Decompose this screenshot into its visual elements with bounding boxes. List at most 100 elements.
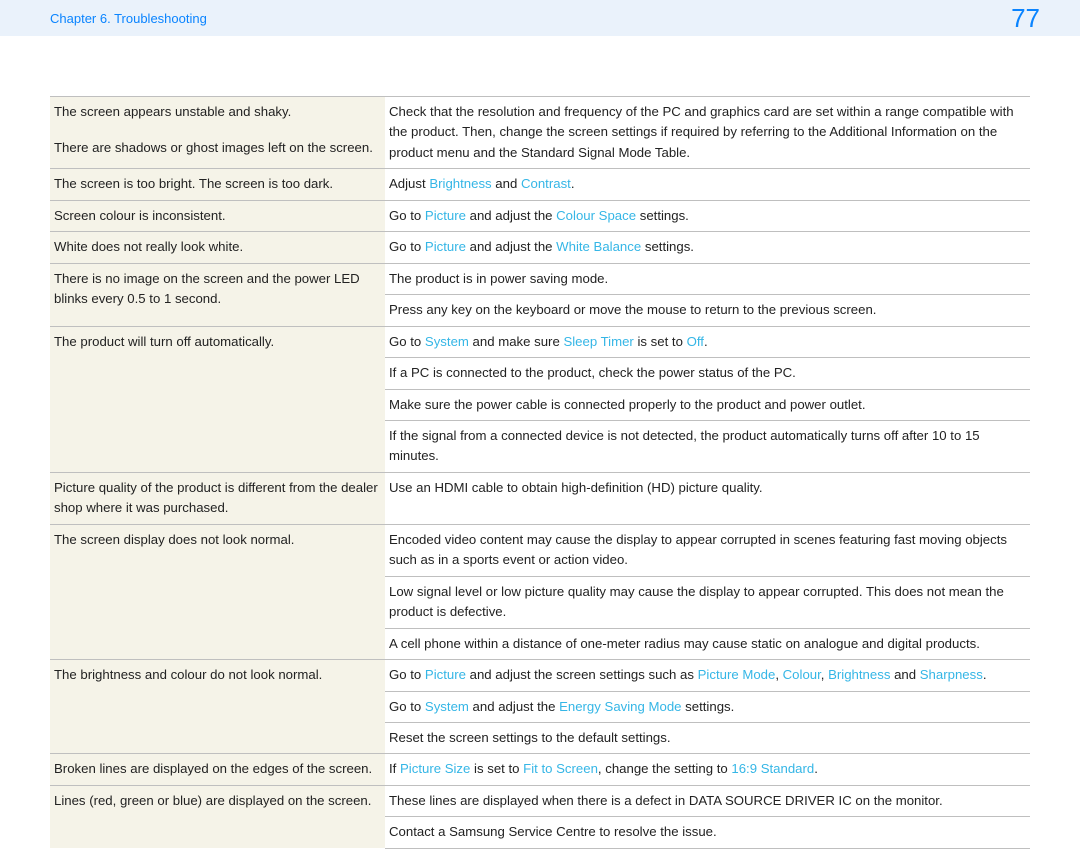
- text: .: [571, 176, 575, 191]
- table-row: The product will turn off automatically.…: [50, 326, 1030, 357]
- solution-cell: Press any key on the keyboard or move th…: [385, 295, 1030, 326]
- text: If the signal from a connected device is…: [389, 428, 980, 463]
- text: Adjust: [389, 176, 429, 191]
- troubleshooting-table: The screen appears unstable and shaky.Ch…: [50, 96, 1030, 849]
- text: settings.: [636, 208, 689, 223]
- table-row: Screen colour is inconsistent.Go to Pict…: [50, 200, 1030, 231]
- text: and adjust the: [466, 239, 556, 254]
- symptom-cell: There is no image on the screen and the …: [50, 263, 385, 326]
- text: settings.: [682, 699, 735, 714]
- text: Contact a Samsung Service Centre to reso…: [389, 824, 717, 839]
- symptom-cell: The screen appears unstable and shaky.: [50, 97, 385, 133]
- menu-link: Brightness: [429, 176, 491, 191]
- text: Go to: [389, 699, 425, 714]
- symptom-cell: The product will turn off automatically.: [50, 326, 385, 472]
- text: Go to: [389, 334, 425, 349]
- text: and: [890, 667, 919, 682]
- menu-link: Picture: [425, 239, 466, 254]
- text: and: [492, 176, 521, 191]
- menu-link: Picture Mode: [698, 667, 776, 682]
- table-row: The screen display does not look normal.…: [50, 524, 1030, 576]
- solution-cell: Go to Picture and adjust the Colour Spac…: [385, 200, 1030, 231]
- text: ,: [821, 667, 828, 682]
- solution-cell: These lines are displayed when there is …: [385, 785, 1030, 816]
- table-row: The brightness and colour do not look no…: [50, 660, 1030, 691]
- symptom-cell: There are shadows or ghost images left o…: [50, 133, 385, 169]
- solution-cell: Go to Picture and adjust the screen sett…: [385, 660, 1030, 691]
- symptom-cell: Picture quality of the product is differ…: [50, 472, 385, 524]
- text: These lines are displayed when there is …: [389, 793, 943, 808]
- menu-link: Picture Size: [400, 761, 470, 776]
- text: Go to: [389, 667, 425, 682]
- menu-link: Off: [687, 334, 704, 349]
- table-row: The screen is too bright. The screen is …: [50, 169, 1030, 200]
- text: Press any key on the keyboard or move th…: [389, 302, 876, 317]
- menu-link: 16:9 Standard: [731, 761, 814, 776]
- symptom-cell: Lines (red, green or blue) are displayed…: [50, 785, 385, 848]
- page-number: 77: [1011, 3, 1040, 34]
- text: Check that the resolution and frequency …: [389, 104, 1014, 160]
- text: is set to: [470, 761, 523, 776]
- menu-link: System: [425, 699, 469, 714]
- solution-cell: Make sure the power cable is connected p…: [385, 389, 1030, 420]
- solution-cell: Low signal level or low picture quality …: [385, 576, 1030, 628]
- solution-cell: Go to Picture and adjust the White Balan…: [385, 232, 1030, 263]
- symptom-cell: The screen display does not look normal.: [50, 524, 385, 659]
- symptom-cell: The screen is too bright. The screen is …: [50, 169, 385, 200]
- text: is set to: [634, 334, 687, 349]
- menu-link: Picture: [425, 208, 466, 223]
- text: .: [704, 334, 708, 349]
- solution-cell: Adjust Brightness and Contrast.: [385, 169, 1030, 200]
- symptom-cell: Screen colour is inconsistent.: [50, 200, 385, 231]
- text: Make sure the power cable is connected p…: [389, 397, 866, 412]
- solution-cell: A cell phone within a distance of one-me…: [385, 628, 1030, 659]
- menu-link: Brightness: [828, 667, 890, 682]
- text: Encoded video content may cause the disp…: [389, 532, 1007, 567]
- solution-cell: Encoded video content may cause the disp…: [385, 524, 1030, 576]
- text: Go to: [389, 239, 425, 254]
- text: , change the setting to: [598, 761, 731, 776]
- text: ,: [775, 667, 782, 682]
- table-row: White does not really look white.Go to P…: [50, 232, 1030, 263]
- text: Low signal level or low picture quality …: [389, 584, 1004, 619]
- table-row: There is no image on the screen and the …: [50, 263, 1030, 294]
- menu-link: Sharpness: [920, 667, 983, 682]
- text: and adjust the screen settings such as: [466, 667, 698, 682]
- symptom-cell: Broken lines are displayed on the edges …: [50, 754, 385, 785]
- menu-link: Colour Space: [556, 208, 636, 223]
- table-row: Picture quality of the product is differ…: [50, 472, 1030, 524]
- menu-link: White Balance: [556, 239, 641, 254]
- table-row: Broken lines are displayed on the edges …: [50, 754, 1030, 785]
- symptom-cell: White does not really look white.: [50, 232, 385, 263]
- chapter-title: Chapter 6. Troubleshooting: [50, 11, 207, 26]
- text: and adjust the: [466, 208, 556, 223]
- text: Go to: [389, 208, 425, 223]
- solution-cell: If Picture Size is set to Fit to Screen,…: [385, 754, 1030, 785]
- page-header: Chapter 6. Troubleshooting 77: [0, 0, 1080, 36]
- solution-cell: Go to System and adjust the Energy Savin…: [385, 691, 1030, 722]
- text: Use an HDMI cable to obtain high-definit…: [389, 480, 763, 495]
- text: If: [389, 761, 400, 776]
- solution-cell: Reset the screen settings to the default…: [385, 722, 1030, 753]
- menu-link: Fit to Screen: [523, 761, 598, 776]
- menu-link: Energy Saving Mode: [559, 699, 681, 714]
- menu-link: Sleep Timer: [563, 334, 633, 349]
- text: .: [814, 761, 818, 776]
- text: .: [983, 667, 987, 682]
- table-row: Lines (red, green or blue) are displayed…: [50, 785, 1030, 816]
- menu-link: Contrast: [521, 176, 571, 191]
- solution-cell: Go to System and make sure Sleep Timer i…: [385, 326, 1030, 357]
- menu-link: System: [425, 334, 469, 349]
- solution-cell: If a PC is connected to the product, che…: [385, 358, 1030, 389]
- text: and adjust the: [469, 699, 559, 714]
- text: and make sure: [469, 334, 564, 349]
- menu-link: Colour: [783, 667, 821, 682]
- table-row: The screen appears unstable and shaky.Ch…: [50, 97, 1030, 133]
- solution-cell: If the signal from a connected device is…: [385, 420, 1030, 472]
- symptom-cell: The brightness and colour do not look no…: [50, 660, 385, 754]
- solution-cell: Contact a Samsung Service Centre to reso…: [385, 817, 1030, 848]
- text: Reset the screen settings to the default…: [389, 730, 671, 745]
- text: A cell phone within a distance of one-me…: [389, 636, 980, 651]
- text: settings.: [641, 239, 694, 254]
- solution-cell: Use an HDMI cable to obtain high-definit…: [385, 472, 1030, 524]
